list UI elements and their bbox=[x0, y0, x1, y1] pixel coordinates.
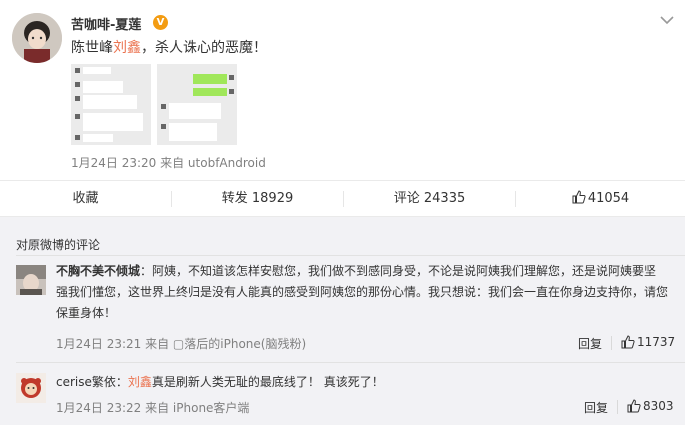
comment-text-line2: 强我们懂您，这世界上终归是没有人能真的感受到阿姨您的那份心情。我只想说：我们会一… bbox=[56, 285, 669, 299]
comment-text: cerise繁依：刘鑫真是刷新人类无耻的最底线了！ 真该死了！ bbox=[56, 372, 676, 393]
chevron-down-icon[interactable] bbox=[660, 14, 674, 25]
post-text-prefix: 陈世峰 bbox=[71, 40, 113, 56]
comment-text: 不胸不美不倾城：阿姨，不知道该怎样安慰您，我们做不到感同身受，不论是说阿姨我们理… bbox=[56, 261, 676, 324]
comment-divider bbox=[16, 362, 685, 363]
comment-text-content: 真是刷新人类无耻的最底线了！ 真该死了！ bbox=[151, 375, 384, 389]
comments-divider bbox=[16, 255, 685, 256]
reply-button[interactable]: 回复 bbox=[578, 335, 602, 352]
comments-title: 对原微博的评论 bbox=[16, 238, 101, 252]
comment-like-button[interactable]: 11737 bbox=[621, 335, 675, 349]
author-avatar[interactable] bbox=[12, 13, 62, 63]
comment-line: 不胸不美不倾城：阿姨，不知道该怎样安慰您，我们做不到感同身受，不论是说阿姨我们理… bbox=[56, 261, 676, 282]
commenter-avatar[interactable] bbox=[16, 265, 46, 295]
mention-link[interactable]: 刘鑫 bbox=[128, 375, 152, 389]
comment-like-count: 8303 bbox=[643, 399, 674, 413]
commenter-avatar[interactable] bbox=[16, 373, 46, 403]
comments-section: 对原微博的评论 不胸不美不倾城：阿姨，不知道该怎样安慰您，我们做不到感同身受，不… bbox=[0, 217, 685, 425]
like-count: 41054 bbox=[587, 191, 630, 206]
commenter-name[interactable]: 不胸不美不倾城 bbox=[56, 264, 140, 278]
weibo-post: 苦咖啡-夏莲 V 陈世峰刘鑫，杀人诛心的恶魔！ 1月24日 23:20 来自 u… bbox=[0, 0, 685, 180]
comment-text-line1: 阿姨，不知道该怎样安慰您，我们做不到感同身受，不论是说阿姨我们理解您，还是说阿姨… bbox=[152, 264, 657, 278]
thumbs-up-icon bbox=[627, 399, 641, 413]
comment-text-line3: 保重身体！ bbox=[56, 306, 117, 320]
post-meta: 1月24日 23:20 来自 utobfAndroid bbox=[71, 156, 266, 170]
thumbs-up-icon bbox=[621, 335, 635, 349]
reply-button[interactable]: 回复 bbox=[584, 399, 608, 416]
action-bar: 收藏 转发 18929 评论 24335 41054 bbox=[0, 180, 685, 217]
comment-action-divider bbox=[617, 400, 618, 414]
mention-link[interactable]: 刘鑫 bbox=[113, 40, 141, 56]
name-separator: ： bbox=[115, 375, 128, 389]
post-image-1[interactable] bbox=[71, 64, 151, 145]
comment-like-button[interactable]: 8303 bbox=[627, 399, 674, 413]
author-name[interactable]: 苦咖啡-夏莲 bbox=[71, 14, 141, 33]
repost-button[interactable]: 转发 18929 bbox=[172, 181, 343, 217]
comment-button[interactable]: 评论 24335 bbox=[344, 181, 515, 217]
thumbs-up-icon bbox=[572, 190, 586, 204]
comment-action-divider bbox=[611, 336, 612, 350]
post-image-2[interactable] bbox=[157, 64, 237, 145]
like-button[interactable]: 41054 bbox=[516, 181, 685, 217]
name-separator: ： bbox=[140, 264, 153, 278]
verified-badge-icon: V bbox=[153, 15, 168, 30]
commenter-name[interactable]: cerise繁依 bbox=[56, 375, 116, 389]
comment-like-count: 11737 bbox=[637, 335, 676, 349]
comment-meta: 1月24日 23:22 来自 iPhone客户端 bbox=[56, 401, 250, 415]
post-text-suffix: ，杀人诛心的恶魔！ bbox=[141, 40, 267, 56]
favorite-button[interactable]: 收藏 bbox=[0, 181, 171, 217]
comment-meta: 1月24日 23:21 来自 ▢落后的iPhone(脑残粉) bbox=[56, 337, 307, 351]
post-text: 陈世峰刘鑫，杀人诛心的恶魔！ bbox=[71, 37, 267, 57]
